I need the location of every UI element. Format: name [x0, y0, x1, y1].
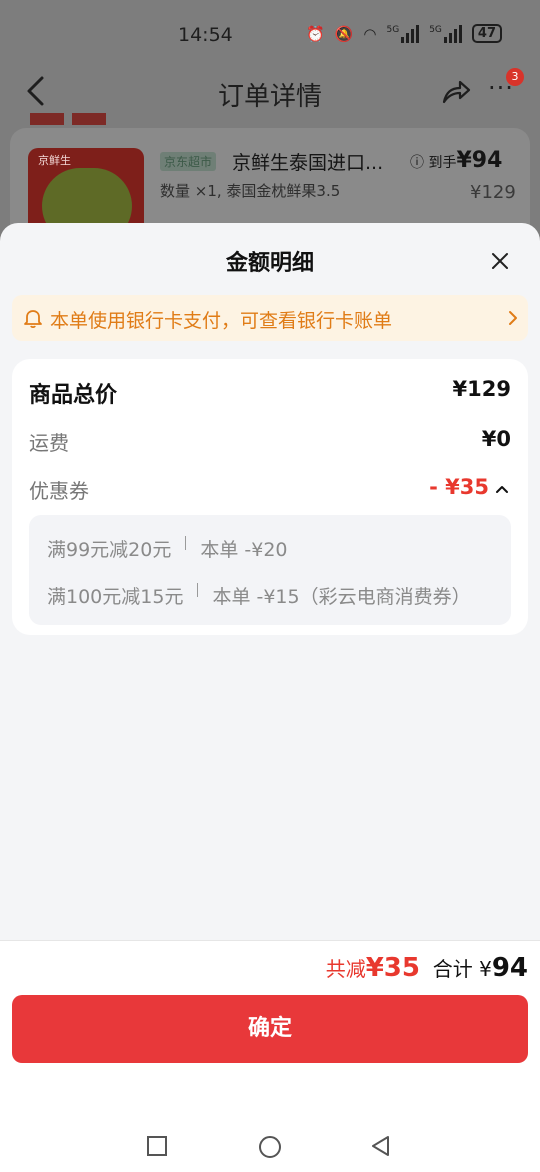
confirm-button[interactable]: 确定 — [12, 995, 528, 1063]
total-price-row: 商品总价 ¥129 — [29, 377, 511, 409]
chevron-up-icon[interactable] — [495, 483, 509, 495]
signal-icon: 5G — [386, 24, 420, 43]
summary-line: 共减¥35 合计 ¥94 — [326, 953, 528, 983]
coupon-detail: 本单 -¥15（彩云电商消费券） — [212, 586, 471, 608]
coupon-detail: 本单 -¥20 — [200, 539, 288, 561]
shipping-value: ¥0 — [481, 427, 511, 451]
grand-total-value: 94 — [491, 953, 528, 983]
notification-badge: 3 — [506, 68, 524, 86]
close-icon[interactable] — [486, 247, 514, 275]
coupon-detail-box: 满99元减20元 本单 -¥20 满100元减15元 本单 -¥15（彩云电商消费券… — [29, 515, 511, 625]
product-pay-price: ⓘ 到手¥94 — [410, 148, 502, 173]
mute-icon: 🔕 — [334, 24, 354, 43]
coupon-row[interactable]: 优惠券 - ¥35 — [29, 475, 511, 507]
store-header-strip — [30, 110, 330, 126]
discount-value: ¥35 — [365, 953, 420, 983]
amount-detail-card: 商品总价 ¥129 运费 ¥0 优惠券 - ¥35 满99元减20元 本单 -¥2… — [12, 359, 528, 635]
product-image-label: 京鲜生 — [38, 154, 71, 167]
coupon-rule: 满99元减20元 — [47, 539, 172, 561]
home-icon[interactable] — [258, 1135, 282, 1159]
market-tag: 京东超市 — [160, 152, 217, 171]
shipping-row: 运费 ¥0 — [29, 427, 511, 459]
share-icon[interactable] — [440, 76, 472, 108]
sheet-footer: 共减¥35 合计 ¥94 确定 — [0, 940, 540, 1172]
status-time: 14:54 — [178, 24, 233, 46]
grand-total-label: 合计 — [432, 957, 473, 981]
coupon-rule: 满100元减15元 — [47, 586, 184, 608]
product-title: 京鲜生泰国进口... — [232, 152, 384, 174]
product-spec: 数量 ×1, 泰国金枕鲜果3.5 — [160, 182, 341, 200]
background-page: 14:54 ⏰ 🔕 ◠ 5G 5G 47 订单详情 ··· 3 京鲜生 京东超市… — [0, 0, 540, 240]
network-label-1: 5G — [386, 24, 400, 35]
signal-icon-2: 5G — [429, 24, 462, 43]
coupon-label: 优惠券 — [29, 479, 89, 503]
amount-detail-sheet: 金额明细 本单使用银行卡支付，可查看银行卡账单 商品总价 ¥129 运费 ¥0 … — [0, 223, 540, 1172]
chevron-right-icon — [509, 311, 517, 325]
coupon-item: 满100元减15元 本单 -¥15（彩云电商消费券） — [47, 582, 471, 609]
pay-price: ¥94 — [456, 148, 503, 173]
grand-total-currency: ¥ — [479, 957, 492, 981]
coupon-item: 满99元减20元 本单 -¥20 — [47, 535, 288, 562]
discount-label: 共减 — [325, 957, 366, 981]
total-price-value: ¥129 — [452, 377, 511, 401]
battery-indicator: 47 — [471, 24, 502, 43]
wifi-icon: ◠ — [363, 24, 377, 43]
recents-icon[interactable] — [146, 1135, 168, 1157]
sheet-title: 金额明细 — [225, 251, 314, 276]
alarm-icon: ⏰ — [306, 24, 325, 43]
product-original-price: ¥129 — [470, 182, 516, 203]
back-icon[interactable] — [370, 1135, 392, 1157]
bell-icon — [24, 310, 42, 329]
pay-prefix: 到手 — [428, 155, 457, 171]
bank-card-notice[interactable]: 本单使用银行卡支付，可查看银行卡账单 — [12, 295, 528, 341]
info-icon[interactable]: ⓘ — [410, 155, 424, 171]
status-bar: 14:54 ⏰ 🔕 ◠ 5G 5G 47 — [0, 0, 540, 70]
notice-text: 本单使用银行卡支付，可查看银行卡账单 — [50, 310, 393, 332]
coupon-value: - ¥35 — [429, 475, 489, 499]
network-label-2: 5G — [429, 24, 442, 35]
system-nav-bar — [0, 1123, 540, 1163]
status-icons: ⏰ 🔕 ◠ 5G 5G 47 — [306, 24, 502, 43]
shipping-label: 运费 — [29, 431, 69, 455]
total-price-label: 商品总价 — [29, 383, 118, 408]
